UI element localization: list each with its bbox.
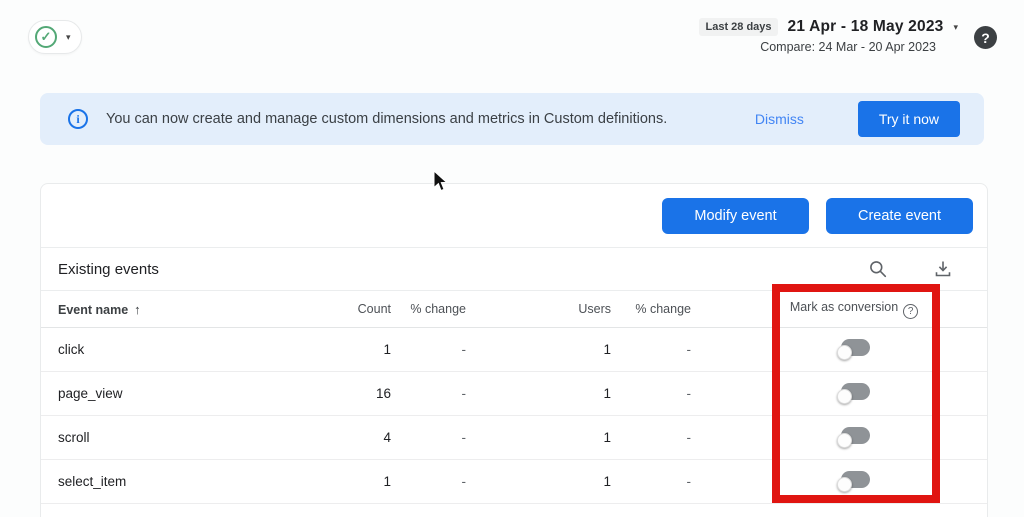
compare-range-text: Compare: 24 Mar - 20 Apr 2023 (760, 40, 936, 54)
header-users-change[interactable]: % change (611, 302, 691, 316)
conversion-cell (691, 382, 987, 405)
help-icon[interactable]: ? (974, 26, 997, 49)
count-cell: 16 (375, 386, 391, 401)
try-it-now-button[interactable]: Try it now (857, 101, 960, 137)
conversion-cell (691, 470, 987, 493)
count-cell: 1 (383, 342, 391, 357)
table-row: scroll 4 - 1 - (41, 416, 987, 460)
conversion-help-icon[interactable]: ? (903, 303, 919, 319)
header-conversion-label: Mark as conversion (789, 299, 899, 314)
table-row: page_view 16 - 1 - (41, 372, 987, 416)
mark-as-conversion-toggle[interactable] (837, 382, 870, 404)
date-range-text: 21 Apr - 18 May 2023 (787, 18, 944, 35)
toggle-thumb (837, 388, 852, 404)
custom-definitions-banner: i You can now create and manage custom d… (40, 93, 984, 145)
header-event-name-label: Event name (58, 302, 129, 317)
toggle-thumb (837, 432, 852, 448)
chevron-down-icon: ▾ (953, 21, 958, 32)
header-users[interactable]: Users (466, 302, 611, 316)
date-preset-badge: Last 28 days (699, 18, 778, 36)
users-change-cell: - (686, 474, 692, 489)
banner-message: You can now create and manage custom dim… (106, 111, 668, 127)
users-cell: 1 (603, 342, 611, 357)
event-name-cell: select_item (58, 474, 127, 489)
property-status-dropdown[interactable]: ✓ ▾ (28, 20, 82, 54)
conversion-cell (691, 426, 987, 449)
count-change-cell: - (461, 430, 467, 445)
card-actions-row: Modify event Create event (41, 184, 987, 248)
table-row: select_item 1 - 1 - (41, 460, 987, 504)
count-change-cell: - (461, 342, 467, 357)
toggle-thumb (837, 344, 852, 360)
users-cell: 1 (603, 430, 611, 445)
date-range-picker[interactable]: Last 28 days 21 Apr - 18 May 2023 ▾ (699, 18, 958, 36)
card-title-row: Existing events (41, 248, 987, 291)
mark-as-conversion-toggle[interactable] (837, 470, 870, 492)
search-icon[interactable] (868, 259, 888, 279)
event-name-cell: click (58, 342, 85, 357)
status-check-icon: ✓ (35, 26, 57, 48)
users-cell: 1 (603, 474, 611, 489)
sort-ascending-icon: ↑ (134, 301, 141, 317)
download-icon[interactable] (933, 259, 953, 279)
header-mark-as-conversion: Mark as conversion? (691, 300, 987, 319)
header-count[interactable]: Count (321, 302, 391, 316)
count-cell: 1 (383, 474, 391, 489)
date-range-block: Last 28 days 21 Apr - 18 May 2023 ▾ Comp… (699, 18, 958, 54)
header-event-name[interactable]: Event name ↑ (41, 302, 321, 317)
create-event-button[interactable]: Create event (826, 197, 973, 234)
table-tools (868, 259, 987, 279)
users-change-cell: - (686, 342, 692, 357)
mark-as-conversion-toggle[interactable] (837, 426, 870, 448)
events-card: Modify event Create event Existing event… (40, 183, 988, 517)
count-cell: 4 (383, 430, 391, 445)
chevron-down-icon: ▾ (66, 31, 71, 42)
modify-event-button[interactable]: Modify event (662, 197, 809, 234)
mark-as-conversion-toggle[interactable] (837, 338, 870, 360)
users-change-cell: - (686, 430, 692, 445)
header-count-change[interactable]: % change (391, 302, 466, 316)
conversion-cell (691, 338, 987, 361)
card-title: Existing events (58, 260, 159, 278)
event-name-cell: page_view (58, 386, 123, 401)
table-header-row: Event name ↑ Count % change Users % chang… (41, 291, 987, 328)
users-change-cell: - (686, 386, 692, 401)
dismiss-button[interactable]: Dismiss (755, 111, 804, 127)
toggle-thumb (837, 476, 852, 492)
count-change-cell: - (461, 474, 467, 489)
count-change-cell: - (461, 386, 467, 401)
users-cell: 1 (603, 386, 611, 401)
table-row: click 1 - 1 - (41, 328, 987, 372)
event-name-cell: scroll (58, 430, 90, 445)
info-icon: i (68, 109, 88, 129)
